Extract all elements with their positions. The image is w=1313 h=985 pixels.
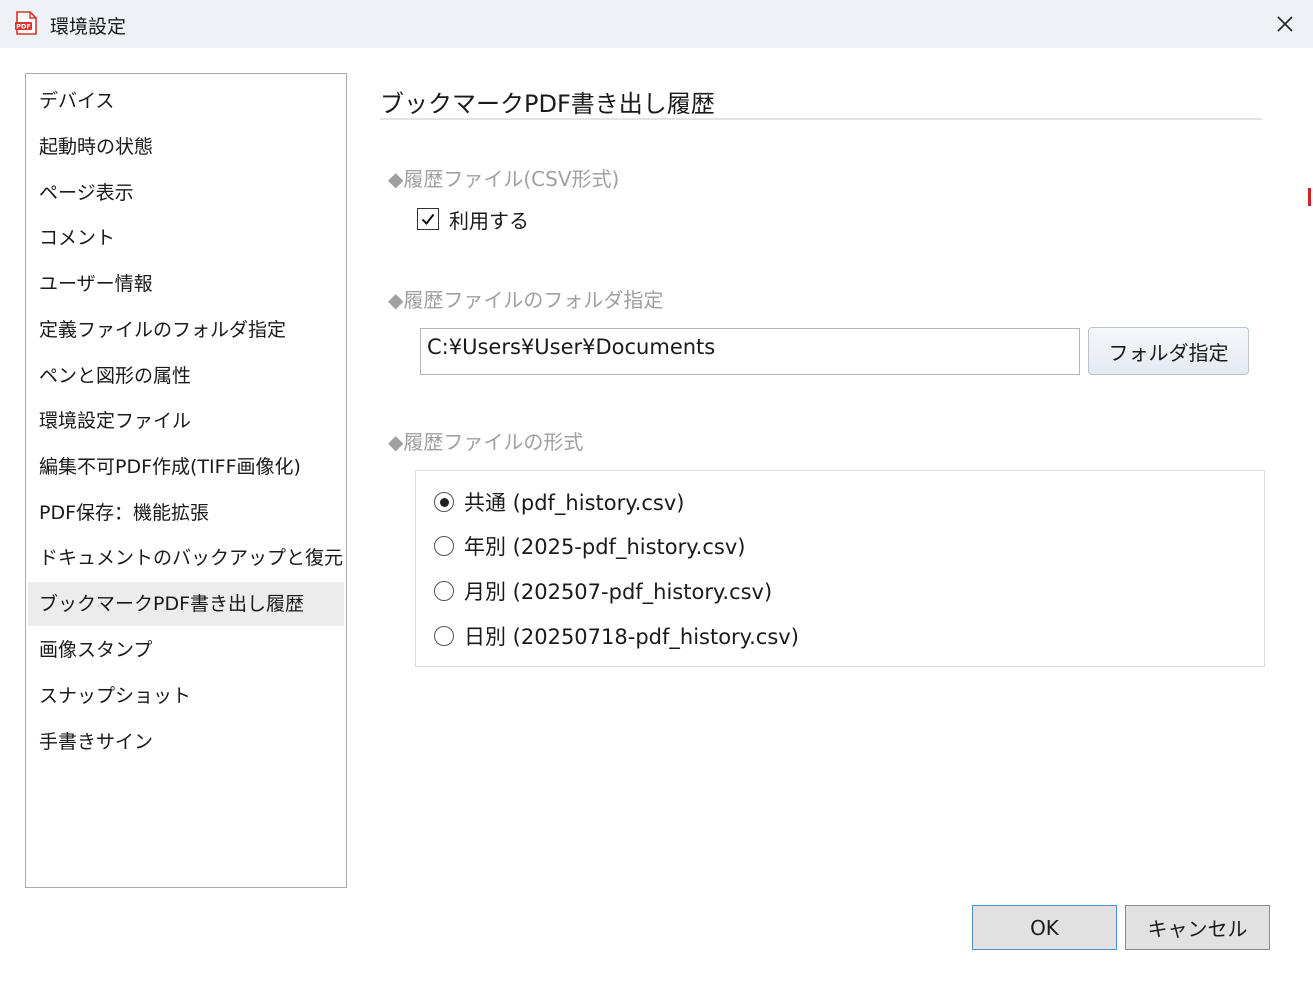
folder-group-label: ◆履歴ファイルのフォルダ指定 [388, 288, 664, 312]
radio-button[interactable] [434, 626, 454, 646]
checkmark-icon [421, 213, 435, 226]
format-option-label: 日別 (20250718-pdf_history.csv) [464, 625, 799, 649]
format-option-monthly[interactable]: 月別 (202507-pdf_history.csv) [434, 576, 772, 606]
radio-button[interactable] [434, 581, 454, 601]
use-history-checkbox-row[interactable]: 利用する [417, 206, 529, 233]
preferences-dialog: デバイス 起動時の状態 ページ表示 コメント ユーザー情報 定義ファイルのフォル… [0, 48, 1313, 985]
format-group-label: ◆履歴ファイルの形式 [388, 430, 584, 454]
cancel-button[interactable]: キャンセル [1125, 905, 1270, 950]
close-icon [1277, 16, 1293, 32]
ok-button[interactable]: OK [972, 905, 1117, 950]
sidebar-item-device[interactable]: デバイス [28, 79, 344, 123]
history-format-radio-group: 共通 (pdf_history.csv) 年別 (2025-pdf_histor… [415, 470, 1265, 667]
format-option-daily[interactable]: 日別 (20250718-pdf_history.csv) [434, 621, 799, 651]
svg-text:PDF: PDF [16, 23, 31, 31]
sidebar-item-comment[interactable]: コメント [28, 216, 344, 260]
format-option-label: 年別 (2025-pdf_history.csv) [464, 535, 746, 559]
sidebar-item-pdf-save-extension[interactable]: PDF保存：機能拡張 [28, 491, 344, 535]
sidebar-item-definition-folder[interactable]: 定義ファイルのフォルダ指定 [28, 308, 344, 352]
pdf-app-icon: PDF [15, 11, 37, 35]
sidebar-item-snapshot[interactable]: スナップショット [28, 674, 344, 718]
title-divider [380, 118, 1262, 120]
radio-button[interactable] [434, 536, 454, 556]
title-bar: PDF 環境設定 [0, 0, 1313, 48]
sidebar-item-handwritten-signature[interactable]: 手書きサイン [28, 720, 344, 764]
sidebar-item-bookmark-pdf-history[interactable]: ブックマークPDF書き出し履歴 [28, 582, 344, 626]
close-button[interactable] [1262, 5, 1308, 43]
sidebar-item-image-stamp[interactable]: 画像スタンプ [28, 628, 344, 672]
csv-group-label: ◆履歴ファイル(CSV形式) [388, 167, 620, 191]
format-option-label: 共通 (pdf_history.csv) [464, 491, 685, 515]
format-option-label: 月別 (202507-pdf_history.csv) [464, 580, 773, 604]
sidebar-item-backup-restore[interactable]: ドキュメントのバックアップと復元 [28, 536, 344, 580]
radio-button[interactable] [434, 492, 454, 512]
background-window-edge [1308, 188, 1311, 206]
sidebar-item-settings-file[interactable]: 環境設定ファイル [28, 399, 344, 443]
sidebar-item-page-display[interactable]: ページ表示 [28, 171, 344, 215]
use-history-checkbox[interactable] [417, 208, 439, 230]
sidebar-item-pen-shape-attributes[interactable]: ペンと図形の属性 [28, 354, 344, 398]
radio-selected-dot [439, 497, 449, 507]
history-folder-path-input[interactable]: C:¥Users¥User¥Documents [420, 328, 1080, 375]
category-list[interactable]: デバイス 起動時の状態 ページ表示 コメント ユーザー情報 定義ファイルのフォル… [25, 73, 347, 888]
format-option-yearly[interactable]: 年別 (2025-pdf_history.csv) [434, 531, 745, 561]
sidebar-item-non-editable-pdf[interactable]: 編集不可PDF作成(TIFF画像化) [28, 445, 344, 489]
format-option-common[interactable]: 共通 (pdf_history.csv) [434, 487, 684, 517]
window-title: 環境設定 [50, 16, 127, 38]
sidebar-item-startup-state[interactable]: 起動時の状態 [28, 125, 344, 169]
use-history-label: 利用する [449, 208, 529, 233]
section-title: ブックマークPDF書き出し履歴 [380, 90, 715, 118]
sidebar-item-user-info[interactable]: ユーザー情報 [28, 262, 344, 306]
select-folder-button[interactable]: フォルダ指定 [1088, 327, 1249, 375]
